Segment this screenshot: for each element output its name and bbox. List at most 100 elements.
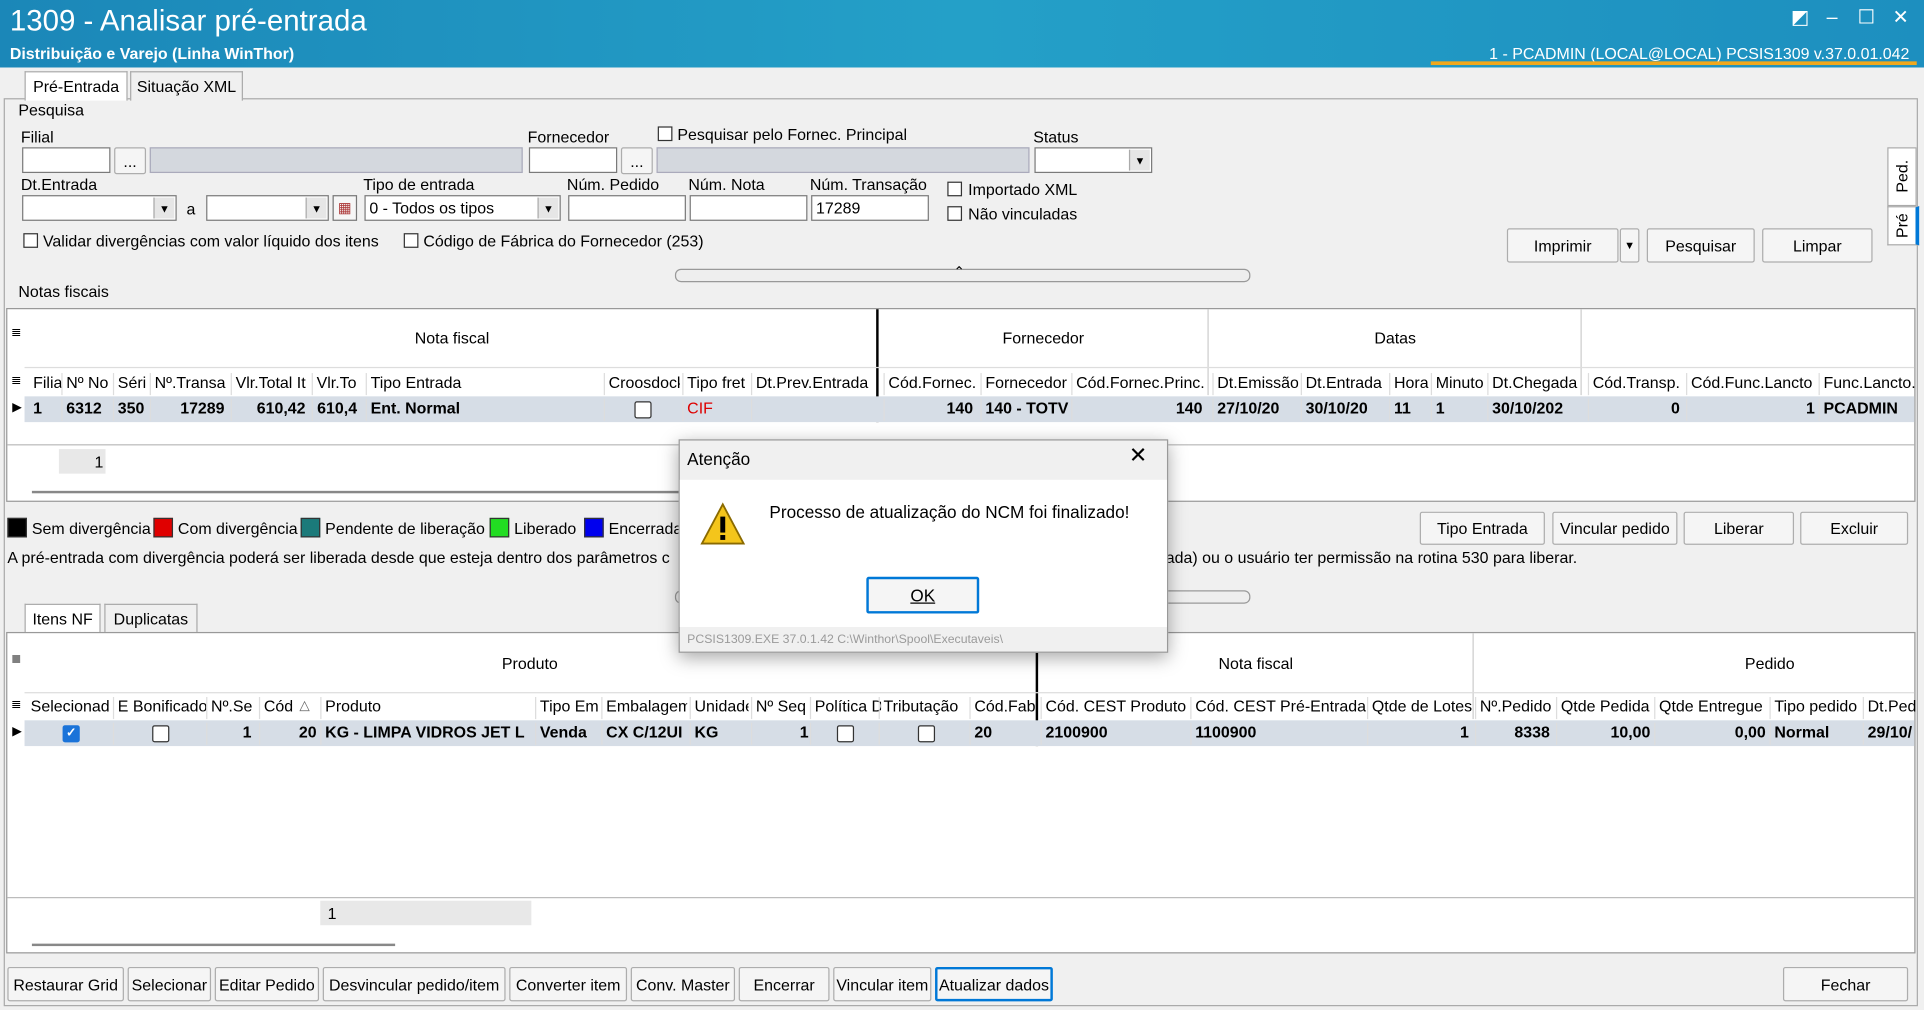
ok-button[interactable]: OK <box>866 576 980 614</box>
notas-column-header-12[interactable]: Cód.Fornec.Princ. <box>1071 373 1206 396</box>
dt-entrada-to-dropdown-icon[interactable]: ▼ <box>305 197 327 219</box>
vincular-pedido-button[interactable]: Vincular pedido <box>1552 511 1678 545</box>
grid-menu-icon[interactable]: ≣ <box>11 326 21 339</box>
codigo-fabrica-checkbox[interactable] <box>403 233 419 248</box>
collapse-up-icon[interactable]: ⌃ <box>953 264 964 280</box>
pesquisar-button[interactable]: Pesquisar <box>1646 228 1755 263</box>
itens-column-header-16[interactable]: Qtde Pedida <box>1555 696 1654 720</box>
side-tab-pre[interactable]: Pré <box>1887 206 1920 246</box>
bottom-button-selecionar[interactable]: Selecionar <box>127 966 212 1002</box>
minimize-icon[interactable]: – <box>1819 7 1846 29</box>
tab-itens-nf[interactable]: Itens NF <box>24 603 101 634</box>
dt-entrada-from-dropdown-icon[interactable]: ▼ <box>153 197 175 219</box>
num-pedido-input[interactable] <box>568 195 686 221</box>
tributacao-checkbox[interactable] <box>917 725 936 743</box>
itens-column-header-17[interactable]: Qtde Entregue <box>1654 696 1769 720</box>
bottom-button-conv-master[interactable]: Conv. Master <box>630 966 736 1002</box>
notas-column-header-0[interactable]: Filia <box>29 373 61 395</box>
horizontal-scrollbar[interactable] <box>31 490 695 494</box>
notas-column-header-19[interactable]: Cód.Func.Lancto <box>1686 373 1819 396</box>
nao-vinculadas-checkbox[interactable] <box>947 206 963 221</box>
sort-ascending-icon[interactable]: △ <box>299 697 309 713</box>
fechar-button[interactable]: Fechar <box>1782 966 1909 1002</box>
calendar-icon[interactable]: ▦ <box>332 195 358 221</box>
notas-column-header-18[interactable]: Cód.Transp. <box>1587 373 1684 396</box>
tipo-entrada-select[interactable]: 0 - Todos os tipos ▼ <box>364 195 561 221</box>
bottom-button-restaurar-grid[interactable]: Restaurar Grid <box>7 966 124 1002</box>
notas-column-header-13[interactable]: Dt.Emissão <box>1212 373 1298 396</box>
filial-lookup-button[interactable]: ... <box>114 147 147 175</box>
notas-column-header-3[interactable]: Nº.Transa <box>149 373 229 396</box>
notas-column-header-17[interactable]: Dt.Chegada <box>1487 373 1585 396</box>
close-icon[interactable]: ✕ <box>1887 7 1914 29</box>
itens-column-header-18[interactable]: Tipo pedido <box>1769 696 1862 720</box>
itens-column-header-4[interactable]: Produto <box>320 696 535 720</box>
bottom-button-desvincular-pedido-item[interactable]: Desvincular pedido/item <box>322 966 506 1002</box>
notas-column-header-20[interactable]: Func.Lancto. <box>1818 373 1917 396</box>
num-nota-input[interactable] <box>689 195 808 221</box>
itens-column-header-10[interactable]: Tributação <box>878 696 967 720</box>
imprimir-dropdown-icon[interactable]: ▼ <box>1619 228 1640 263</box>
itens-column-header-1[interactable]: E Bonificado <box>112 696 206 720</box>
politica-checkbox[interactable] <box>836 725 855 743</box>
notas-column-header-1[interactable]: Nº No <box>61 373 110 396</box>
notas-column-header-15[interactable]: Hora <box>1389 373 1428 396</box>
notas-column-header-10[interactable]: Cód.Fornec. <box>883 373 977 396</box>
notas-column-header-4[interactable]: Vlr.Total It <box>230 373 310 396</box>
itens-column-header-0[interactable]: Selecionad <box>27 697 110 719</box>
itens-column-header-6[interactable]: Embalagem <box>601 696 687 720</box>
itens-column-header-13[interactable]: Cód. CEST Pré-Entrada <box>1190 696 1367 720</box>
itens-column-header-8[interactable]: Nº Seq <box>750 696 812 720</box>
bottom-button-encerrar[interactable]: Encerrar <box>738 966 830 1002</box>
notas-column-header-8[interactable]: Tipo fret <box>682 373 748 396</box>
bottom-button-converter-item[interactable]: Converter item <box>509 966 628 1002</box>
side-tab-ped[interactable]: Ped. <box>1887 147 1917 207</box>
notas-column-header-9[interactable]: Dt.Prev.Entrada <box>750 373 876 396</box>
fornecedor-lookup-button[interactable]: ... <box>620 147 653 175</box>
itens-column-header-7[interactable]: Unidade <box>689 696 749 720</box>
notas-column-header-6[interactable]: Tipo Entrada <box>365 373 599 396</box>
grid-menu-icon[interactable]: ≣ <box>11 653 21 666</box>
notas-column-header-16[interactable]: Minuto <box>1430 373 1485 396</box>
status-select[interactable]: ▼ <box>1034 147 1153 174</box>
tipo-entrada-button[interactable]: Tipo Entrada <box>1419 511 1545 545</box>
imprimir-button[interactable]: Imprimir <box>1506 228 1619 263</box>
tipo-entrada-dropdown-icon[interactable]: ▼ <box>537 197 559 219</box>
dt-entrada-to[interactable]: ▼ <box>206 195 329 221</box>
num-transacao-input[interactable]: 17289 <box>811 195 929 221</box>
tab-pre-entrada[interactable]: Pré-Entrada <box>24 71 128 101</box>
maximize-icon[interactable]: ☐ <box>1853 7 1880 29</box>
notas-column-header-7[interactable]: Croosdock <box>603 373 680 396</box>
itens-column-header-5[interactable]: Tipo Eml <box>535 696 599 720</box>
tab-duplicatas[interactable]: Duplicatas <box>104 603 198 634</box>
filial-input[interactable] <box>22 147 111 174</box>
crossdocking-checkbox[interactable] <box>634 401 652 419</box>
dialog-close-icon[interactable]: ✕ <box>1129 443 1148 469</box>
itens-column-header-15[interactable]: Nº.Pedido <box>1474 696 1554 720</box>
liberar-button[interactable]: Liberar <box>1683 511 1795 545</box>
itens-grid[interactable]: ≣ ≣ Produto Nota fiscal Pedido Seleciona… <box>6 631 1917 954</box>
tab-situacao-xml[interactable]: Situação XML <box>130 71 243 101</box>
bottom-button-vincular-item[interactable]: Vincular item <box>833 966 932 1002</box>
bonificado-checkbox[interactable] <box>152 725 170 743</box>
itens-column-header-14[interactable]: Qtde de Lotes <box>1366 696 1473 720</box>
bottom-button-atualizar-dados[interactable]: Atualizar dados <box>935 966 1053 1002</box>
excluir-button[interactable]: Excluir <box>1800 511 1909 545</box>
horizontal-scrollbar[interactable] <box>31 943 396 947</box>
dt-entrada-from[interactable]: ▼ <box>22 195 177 221</box>
itens-column-header-11[interactable]: Cód.Fab <box>969 696 1036 720</box>
limpar-button[interactable]: Limpar <box>1762 228 1873 263</box>
itens-column-header-12[interactable]: Cód. CEST Produto <box>1040 696 1188 720</box>
status-dropdown-icon[interactable]: ▼ <box>1128 149 1150 171</box>
itens-column-header-19[interactable]: Dt.Pedi <box>1862 696 1917 720</box>
itens-column-header-9[interactable]: Política D <box>809 696 881 720</box>
validar-divergencias-checkbox[interactable] <box>23 233 39 248</box>
selecionado-checkbox[interactable]: ✓ <box>62 725 80 743</box>
itens-column-header-2[interactable]: Nº.Se <box>206 696 255 720</box>
notas-column-header-2[interactable]: Séri <box>112 373 147 396</box>
notas-column-header-14[interactable]: Dt.Entrada <box>1300 373 1387 396</box>
importado-xml-checkbox[interactable] <box>947 181 963 197</box>
itens-column-header-3[interactable]: Cód <box>258 696 320 720</box>
bottom-button-editar-pedido[interactable]: Editar Pedido <box>214 966 320 1002</box>
notas-column-header-11[interactable]: Fornecedor <box>980 373 1068 396</box>
